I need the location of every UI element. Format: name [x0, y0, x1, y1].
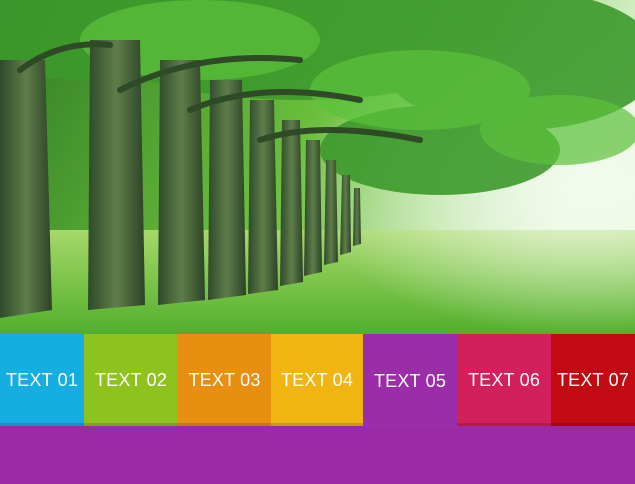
tab-text-06[interactable]: TEXT 06: [457, 334, 551, 426]
tab-text-02[interactable]: TEXT 02: [84, 334, 178, 426]
tab-text-05[interactable]: TEXT 05: [363, 334, 457, 428]
tab-label: TEXT 02: [94, 369, 168, 390]
content-panel: [0, 428, 635, 484]
tab-label: TEXT 03: [188, 369, 261, 390]
tab-label: TEXT 07: [556, 369, 630, 390]
tab-bar: TEXT 01 TEXT 02 TEXT 03 TEXT 04 TEXT 05 …: [0, 334, 635, 428]
tab-text-01[interactable]: TEXT 01: [0, 334, 84, 426]
tab-text-03[interactable]: TEXT 03: [178, 334, 271, 426]
forest-photo: [0, 0, 635, 336]
tab-label: TEXT 06: [467, 369, 541, 390]
tab-label: TEXT 01: [5, 369, 79, 390]
tab-label: TEXT 04: [280, 369, 354, 390]
tab-label: TEXT 05: [373, 370, 447, 391]
tab-text-04[interactable]: TEXT 04: [271, 334, 363, 426]
tab-text-07[interactable]: TEXT 07: [551, 334, 635, 426]
